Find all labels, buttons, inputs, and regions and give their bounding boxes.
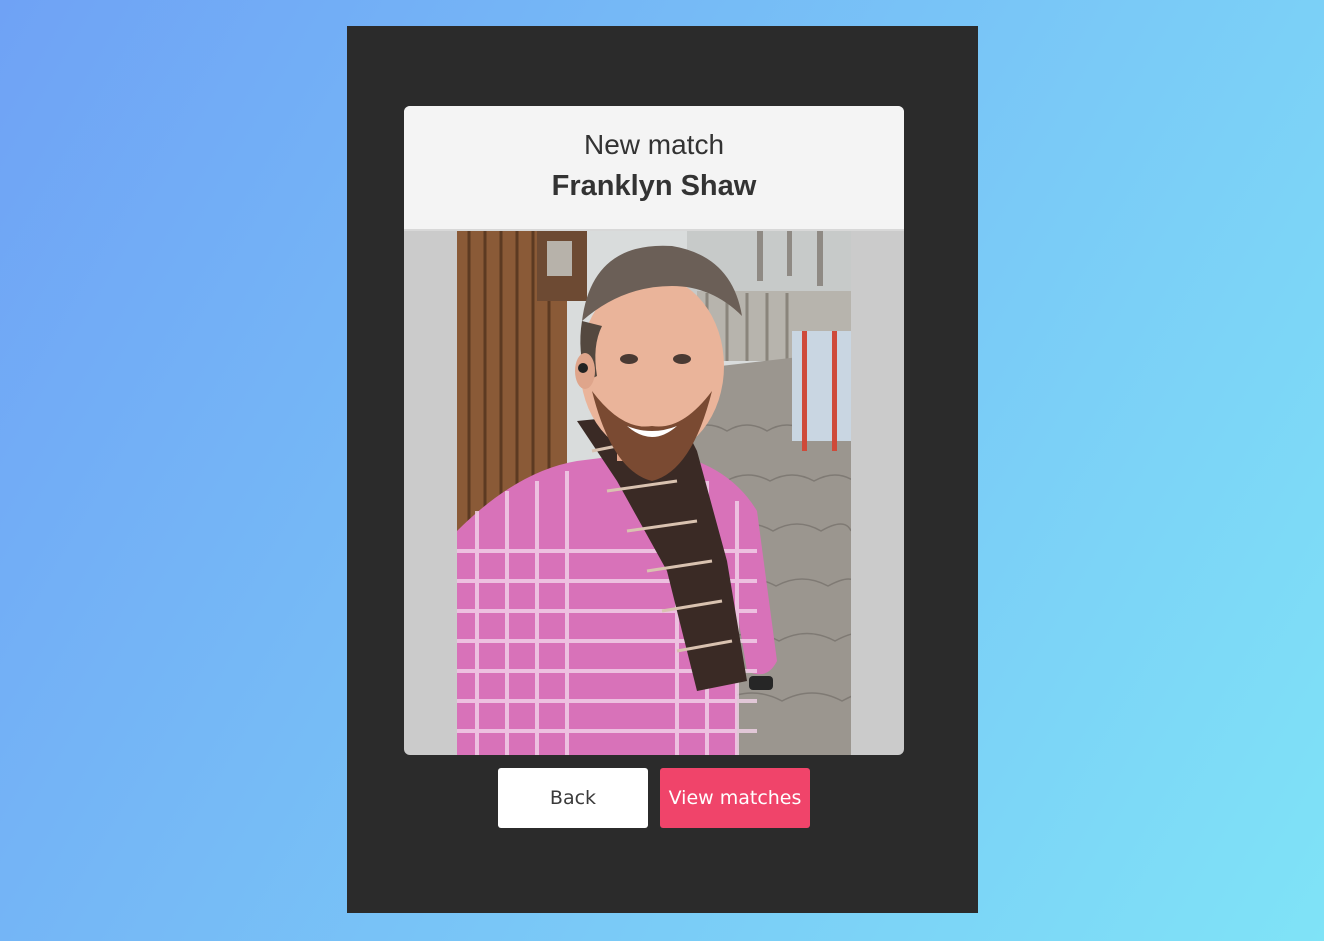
app-screen: New match Franklyn Shaw Back View matche… bbox=[347, 26, 978, 913]
match-photo bbox=[457, 231, 851, 755]
view-matches-button[interactable]: View matches bbox=[660, 768, 810, 828]
match-header: New match Franklyn Shaw bbox=[404, 106, 904, 231]
match-modal: New match Franklyn Shaw bbox=[404, 106, 904, 755]
match-name: Franklyn Shaw bbox=[551, 170, 757, 202]
back-button[interactable]: Back bbox=[498, 768, 648, 828]
new-match-subtitle: New match bbox=[583, 129, 725, 160]
